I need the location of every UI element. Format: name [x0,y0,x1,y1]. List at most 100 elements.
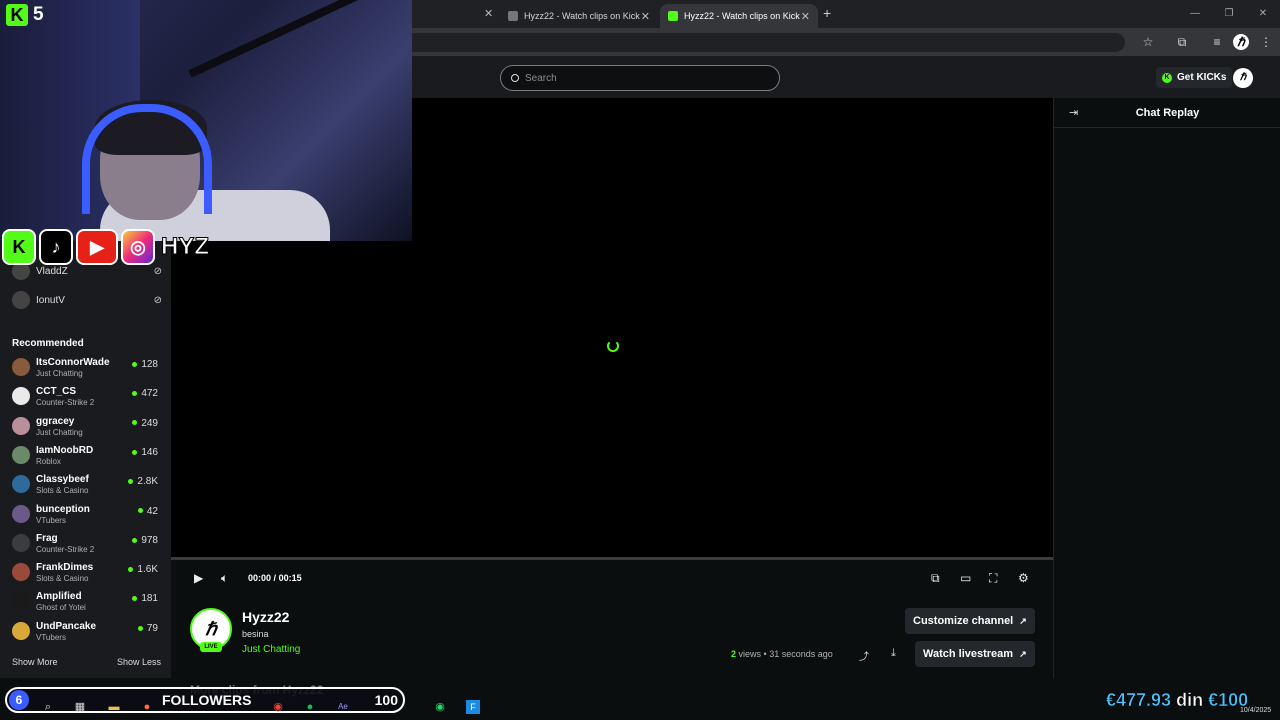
recommended-channel-item[interactable]: Amplified Ghost of Yotei 181 [12,589,162,617]
views-label: views [738,649,762,659]
share-icon[interactable]: ⤴ [859,648,869,663]
play-icon[interactable]: ▶ [194,571,203,585]
extensions-icon[interactable]: ⧉ [1174,34,1190,50]
viewer-count-value: 181 [141,593,158,605]
viewer-count-value: 42 [146,505,158,517]
viewer-count: 472 [132,388,158,399]
recommended-channel-item[interactable]: Frag Counter-Strike 2 978 [12,531,162,559]
youtube-icon: ▶ [76,229,118,265]
donation-amount: €477.93 [1106,690,1172,711]
viewer-count: 1.6K [128,564,158,575]
close-tab-icon[interactable]: ✕ [801,10,810,23]
channel-name: FrankDimes [36,562,94,574]
spotify-icon[interactable]: ● [303,700,317,714]
webcam-overlay: K 5 [0,0,412,241]
new-tab-button[interactable]: + [823,5,831,21]
get-kicks-button[interactable]: K Get KICKs [1156,67,1233,88]
viewer-count: 79 [137,622,158,634]
task-view-icon[interactable]: ▦ [73,700,87,714]
media-control-icon[interactable]: ≡ [1209,34,1225,50]
show-less-button[interactable]: Show Less [117,657,161,667]
watch-livestream-button[interactable]: Watch livestream ↗ [915,641,1035,667]
tiktok-icon: ♪ [39,229,73,265]
customize-label: Customize channel [913,615,1014,627]
volume-icon[interactable]: 🔈︎ [221,571,228,586]
recommended-channel-item[interactable]: CCT_CS Counter-Strike 2 472 [12,384,162,412]
picture-in-picture-icon[interactable]: ⧉ [931,571,940,586]
category-link[interactable]: Just Chatting [242,644,300,655]
theater-mode-icon[interactable]: ▭ [960,571,971,585]
recommended-channel-item[interactable]: bunception VTubers 42 [12,502,162,530]
recommended-heading: Recommended [12,338,84,349]
taskbar-search-icon[interactable]: ⌕ [41,700,55,714]
browser-menu-icon[interactable]: ⋮ [1258,34,1274,50]
socials-banner: K ♪ ▶ ◎ HYZ [2,229,210,265]
close-window-button[interactable]: ✕ [1246,0,1280,28]
microphone-arm [188,0,392,78]
customize-channel-button[interactable]: Customize channel ↗ [905,608,1035,634]
instagram-icon: ◎ [121,229,155,265]
url-input[interactable] [405,33,1125,52]
bookmark-star-icon[interactable]: ☆ [1140,34,1156,50]
recommended-channel-item[interactable]: UndPancake VTubers 79 [12,619,162,647]
after-effects-icon[interactable]: Ae [336,700,350,714]
search-input[interactable]: Search [500,65,780,91]
file-explorer-icon[interactable]: ▬ [107,700,121,714]
channel-name: IamNoobRD [36,444,94,456]
tab-title: Hyzz22 - Watch clips on Kick [684,11,800,21]
whatsapp-icon[interactable]: ◉ [433,700,447,714]
avatar [12,621,30,640]
chat-header: ⇥ Chat Replay [1054,98,1280,128]
tab-title: Hyzz22 - Watch clips on Kick [524,11,640,21]
viewer-count-value: 146 [141,446,158,458]
viewer-count: 146 [132,447,158,458]
close-tab-icon[interactable]: ✕ [641,10,650,23]
minimize-button[interactable]: — [1178,0,1212,28]
offline-icon: ⊘ [153,294,162,306]
user-avatar[interactable]: ℏ [1233,68,1253,88]
clip-stats: 2 views • 31 seconds ago [731,649,833,659]
kick-logo-icon: K [6,4,28,26]
viewer-count: 978 [132,535,158,546]
app-f-icon[interactable]: F [466,700,480,714]
browser-tab[interactable]: Hyzz22 - Watch clips on Kick ✕ [500,4,658,28]
channel-name[interactable]: Hyzz22 [242,609,289,625]
viewer-count: 42 [137,505,158,517]
chrome-icon[interactable]: ◉ [271,700,285,714]
window-controls: — ❐ ✕ [1178,0,1280,28]
viewer-count: 249 [132,418,158,429]
recommended-channel-item[interactable]: FrankDimes Slots & Casino 1.6K [12,560,162,588]
avatar [12,504,30,523]
recommended-channel-item[interactable]: ggracey Just Chatting 249 [12,414,162,442]
views-count: 2 [731,649,737,659]
restore-button[interactable]: ❐ [1212,0,1246,28]
recommended-channel-item[interactable]: ItsConnorWade Just Chatting 128 [12,355,162,383]
firefox-icon[interactable]: ● [140,700,154,714]
viewer-count-value: 249 [141,417,158,429]
fullscreen-icon[interactable]: ⛶ [989,571,997,586]
recommended-channel-item[interactable]: IamNoobRD Roblox 146 [12,443,162,471]
chat-title: Chat Replay [1135,107,1200,119]
viewer-count-value: 79 [146,622,158,634]
browser-tab-active[interactable]: Hyzz22 - Watch clips on Kick ✕ [660,4,818,28]
viewer-count-value: 472 [141,388,158,400]
recommended-channel-item[interactable]: Classybeef Slots & Casino 2.8K [12,472,162,500]
channel-name: Classybeef [36,474,89,486]
socials-handle: HYZ [161,233,210,261]
sidebar-following-item[interactable]: IonutV ⊘ [12,290,162,310]
profile-icon[interactable]: ℏ [1233,34,1249,50]
external-link-icon: ↗ [1019,615,1027,626]
download-icon[interactable]: ⤓ [891,647,896,660]
channel-name: UndPancake [36,620,97,632]
close-icon[interactable]: ✕ [484,7,493,20]
avatar [12,475,30,494]
live-badge: LIVE [200,642,222,652]
time-display: 00:00 / 00:15 [248,573,302,583]
channel-name: VladdZ [36,265,68,277]
clip-age: 31 seconds ago [769,649,833,659]
settings-icon[interactable]: ⚙ [1018,571,1029,585]
avatar [12,533,30,552]
live-dot-icon [132,537,138,543]
headset-icon [82,104,212,214]
show-more-button[interactable]: Show More [12,657,58,667]
